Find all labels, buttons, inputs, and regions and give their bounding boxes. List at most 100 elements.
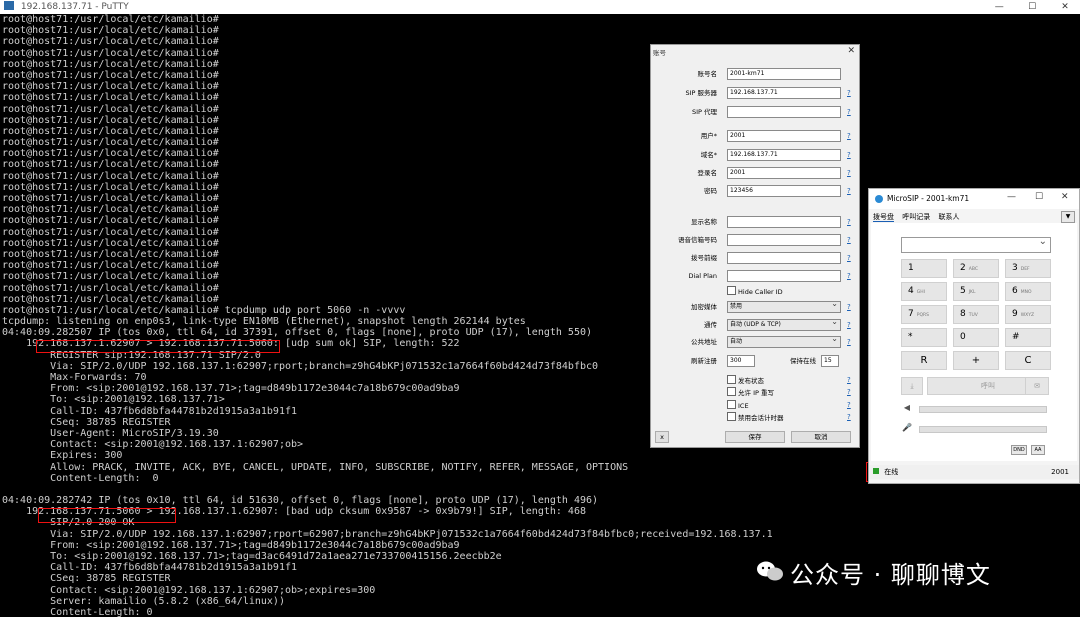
option-checkbox[interactable]: 禁用会话计时器	[727, 412, 784, 423]
dialpad-key[interactable]: #	[1005, 328, 1051, 347]
account-field-input[interactable]	[727, 106, 841, 118]
speaker-volume-slider[interactable]	[919, 406, 1047, 413]
auto-answer-button[interactable]: AA	[1031, 445, 1045, 455]
help-link[interactable]: ?	[847, 185, 851, 197]
putty-window-title: 192.168.137.71 - PuTTY	[20, 2, 129, 12]
microsip-minimize-button[interactable]: —	[1007, 192, 1016, 202]
account-dialog-title: 账号	[653, 49, 666, 57]
select-label: 通传	[704, 321, 717, 329]
account-select[interactable]: 禁用	[727, 299, 841, 313]
account-field-input[interactable]	[727, 252, 841, 264]
dial-number-input[interactable]	[901, 236, 1051, 253]
option-checkbox[interactable]: ICE	[727, 400, 749, 411]
checkbox-box[interactable]	[727, 400, 736, 409]
tab-call-history[interactable]: 呼叫记录	[902, 213, 930, 221]
key-digit: *	[908, 332, 913, 342]
help-link[interactable]: ?	[847, 374, 851, 386]
dialpad-key[interactable]: 7 PQRS	[901, 305, 947, 324]
microphone-volume-slider[interactable]	[919, 426, 1047, 433]
key-digit: 6	[1012, 286, 1018, 296]
help-link[interactable]: ?	[847, 399, 851, 411]
x-button[interactable]: x	[655, 431, 669, 443]
help-link[interactable]: ?	[847, 252, 851, 264]
keepalive-input[interactable]: 15	[821, 355, 839, 367]
help-link[interactable]: ?	[847, 149, 851, 161]
help-link[interactable]: ?	[847, 411, 851, 423]
checkbox-box[interactable]	[727, 387, 736, 396]
hide-caller-id-checkbox[interactable]: Hide Caller ID	[727, 286, 783, 297]
option-checkbox[interactable]: 允许 IP 重写	[727, 387, 774, 398]
watermark-text: 公众号 · 聊聊博文	[790, 561, 991, 589]
status-text[interactable]: 在线	[884, 468, 898, 476]
tab-contacts[interactable]: 联系人	[938, 213, 959, 221]
help-link[interactable]: ?	[847, 319, 851, 331]
close-button[interactable]: ✕	[1050, 0, 1080, 14]
tab-dialpad[interactable]: 拨号盘	[873, 213, 894, 222]
message-icon[interactable]: ✉	[1025, 377, 1049, 395]
dialpad-key[interactable]: 2 ABC	[953, 259, 999, 278]
dialpad-key[interactable]: *	[901, 328, 947, 347]
key-digit: 4	[908, 286, 914, 296]
field-label: SIP 服务器	[685, 89, 717, 97]
key-letters: ABC	[968, 267, 978, 272]
save-button[interactable]: 保存	[725, 431, 785, 443]
menu-dropdown-button[interactable]: ▼	[1061, 211, 1075, 223]
microsip-window: MicroSIP - 2001-km71 — ☐ ✕ 拨号盘 呼叫记录 联系人 …	[868, 188, 1080, 484]
help-link[interactable]: ?	[847, 234, 851, 246]
maximize-button[interactable]: ☐	[1017, 0, 1047, 14]
account-dialog-close-button[interactable]: ✕	[847, 46, 855, 56]
dialpad-key[interactable]: 0	[953, 328, 999, 347]
transfer-icon[interactable]: ⤓	[901, 377, 923, 395]
plus-button[interactable]: +	[953, 351, 999, 370]
account-field-input[interactable]: 123456	[727, 185, 841, 197]
terminal-line: 04:40:09.282742 IP (tos 0x10, ttl 64, id…	[2, 495, 599, 507]
putty-window-controls: — ☐ ✕	[984, 0, 1080, 14]
key-digit: 7	[908, 309, 914, 319]
option-checkbox[interactable]: 发布状态	[727, 375, 764, 386]
dialpad-key[interactable]: 6 MNO	[1005, 282, 1051, 301]
dialpad-key[interactable]: 4 GHI	[901, 282, 947, 301]
account-field-input[interactable]	[727, 270, 841, 282]
terminal-line: root@host71:/usr/local/etc/kamailio#	[2, 25, 219, 37]
account-field-input[interactable]: 2001-km71	[727, 68, 841, 80]
key-digit: 3	[1012, 263, 1018, 273]
help-link[interactable]: ?	[847, 216, 851, 228]
help-link[interactable]: ?	[847, 167, 851, 179]
dialpad-key[interactable]: 5 JKL	[953, 282, 999, 301]
cancel-button[interactable]: 取消	[791, 431, 851, 443]
dialpad-key[interactable]: 3 DEF	[1005, 259, 1051, 278]
help-link[interactable]: ?	[847, 301, 851, 313]
terminal-line: root@host71:/usr/local/etc/kamailio#	[2, 58, 219, 70]
help-link[interactable]: ?	[847, 106, 851, 118]
minimize-button[interactable]: —	[984, 0, 1014, 14]
help-link[interactable]: ?	[847, 336, 851, 348]
field-label: 拨号前缀	[691, 254, 717, 262]
checkbox-box[interactable]	[727, 375, 736, 384]
account-field-input[interactable]: 192.168.137.71	[727, 87, 841, 99]
help-link[interactable]: ?	[847, 87, 851, 99]
checkbox-box[interactable]	[727, 412, 736, 421]
account-field-input[interactable]: 2001	[727, 167, 841, 179]
clear-button[interactable]: C	[1005, 351, 1051, 370]
field-label: 显示名称	[691, 218, 717, 226]
help-link[interactable]: ?	[847, 386, 851, 398]
dnd-button[interactable]: DND	[1011, 445, 1027, 455]
key-digit: 1	[908, 263, 914, 273]
redial-button[interactable]: R	[901, 351, 947, 370]
microsip-tabs: 拨号盘 呼叫记录 联系人	[873, 212, 965, 222]
dialpad-key[interactable]: 9 WXYZ	[1005, 305, 1051, 324]
terminal-line: root@host71:/usr/local/etc/kamailio#	[2, 81, 219, 93]
help-link[interactable]: ?	[847, 270, 851, 282]
microsip-close-button[interactable]: ✕	[1061, 192, 1069, 202]
account-field-input[interactable]	[727, 234, 841, 246]
account-field-input[interactable]: 2001	[727, 130, 841, 142]
account-select[interactable]: 自动 (UDP & TCP)	[727, 317, 841, 331]
checkbox-box[interactable]	[727, 286, 736, 295]
account-field-input[interactable]	[727, 216, 841, 228]
help-link[interactable]: ?	[847, 130, 851, 142]
microsip-maximize-button[interactable]: ☐	[1035, 192, 1043, 202]
account-field-input[interactable]: 192.168.137.71	[727, 149, 841, 161]
account-select[interactable]: 自动	[727, 334, 841, 348]
dialpad-key[interactable]: 8 TUV	[953, 305, 999, 324]
dialpad-key[interactable]: 1	[901, 259, 947, 278]
